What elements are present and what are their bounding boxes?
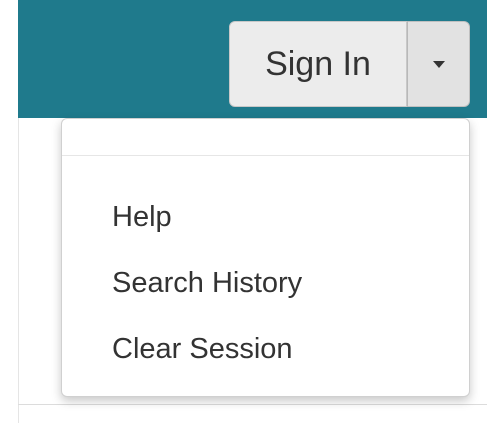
sign-in-button[interactable]: Sign In	[229, 21, 407, 107]
content-divider	[18, 404, 487, 405]
menu-item-help[interactable]: Help	[112, 201, 172, 234]
sign-in-button-group: Sign In	[229, 21, 470, 107]
page: Sign In Help Search History Clear Sessio…	[0, 0, 487, 423]
sign-in-label: Sign In	[265, 44, 371, 83]
menu-item-clear-session[interactable]: Clear Session	[112, 333, 293, 366]
dropdown-divider	[62, 155, 469, 156]
dropdown-menu: Help Search History Clear Session	[61, 118, 470, 397]
dropdown-toggle-button[interactable]	[407, 21, 470, 107]
menu-item-search-history[interactable]: Search History	[112, 267, 302, 300]
caret-down-icon	[432, 60, 445, 68]
content-edge	[18, 118, 19, 423]
